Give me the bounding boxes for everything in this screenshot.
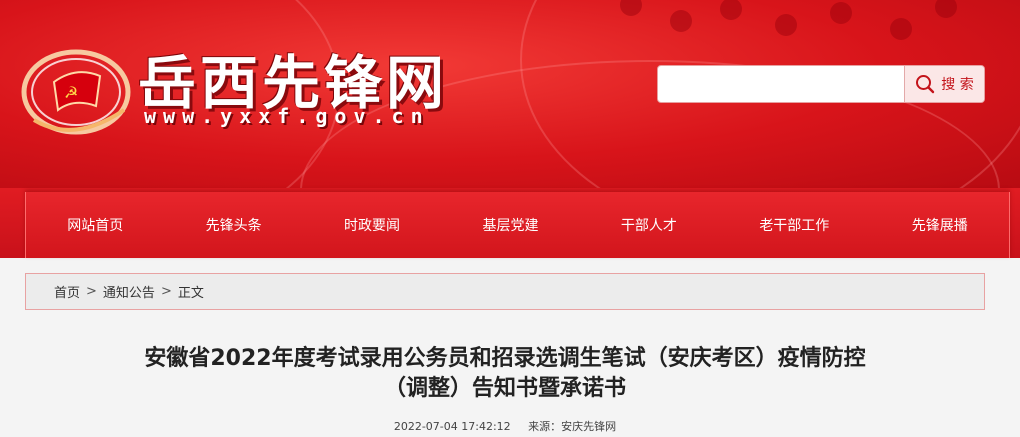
nav-item-showcase[interactable]: 先锋展播	[902, 215, 978, 235]
nav-item-news[interactable]: 时政要闻	[334, 215, 410, 235]
breadcrumb-separator: >	[160, 284, 172, 299]
nav-item-headlines[interactable]: 先锋头条	[196, 215, 272, 235]
breadcrumb: 首页 > 通知公告 > 正文	[25, 273, 985, 310]
search-box: 搜 索	[657, 65, 985, 103]
breadcrumb-section[interactable]: 通知公告	[103, 282, 155, 301]
nav-item-party-building[interactable]: 基层党建	[472, 215, 548, 235]
nav-item-retired-cadres[interactable]: 老干部工作	[749, 215, 839, 235]
article-date: 2022-07-04 17:42:12	[393, 420, 511, 433]
site-header: ☭ 岳西先锋网 www.yxxf.gov.cn 搜 索	[0, 0, 1020, 188]
article-meta: 2022-07-04 17:42:12 来源：安庆先锋网	[25, 418, 985, 434]
article-source: 来源：安庆先锋网	[528, 420, 617, 433]
breadcrumb-home[interactable]: 首页	[54, 282, 80, 301]
nav-item-cadres[interactable]: 干部人才	[611, 215, 687, 235]
article-title: 安徽省2022年度考试录用公务员和招录选调生笔试（安庆考区）疫情防控 （调整）告…	[25, 344, 985, 404]
svg-text:☭: ☭	[64, 83, 78, 102]
site-url: www.yxxf.gov.cn	[144, 104, 430, 128]
search-input[interactable]	[658, 66, 904, 102]
main-nav: 网站首页 先锋头条 时政要闻 基层党建 干部人才 老干部工作 先锋展播	[25, 192, 1010, 258]
breadcrumb-separator: >	[86, 284, 97, 299]
search-icon	[916, 75, 935, 94]
article-title-line: 安徽省2022年度考试录用公务员和招录选调生笔试（安庆考区）疫情防控	[144, 346, 866, 371]
decor-dots	[600, 0, 960, 60]
breadcrumb-current: 正文	[177, 286, 204, 301]
article-title-line: （调整）告知书暨承诺书	[383, 376, 626, 401]
search-button[interactable]: 搜 索	[904, 66, 984, 102]
nav-item-home[interactable]: 网站首页	[57, 215, 133, 235]
search-button-label: 搜 索	[941, 77, 974, 93]
party-flag-emblem-icon: ☭	[21, 49, 131, 135]
